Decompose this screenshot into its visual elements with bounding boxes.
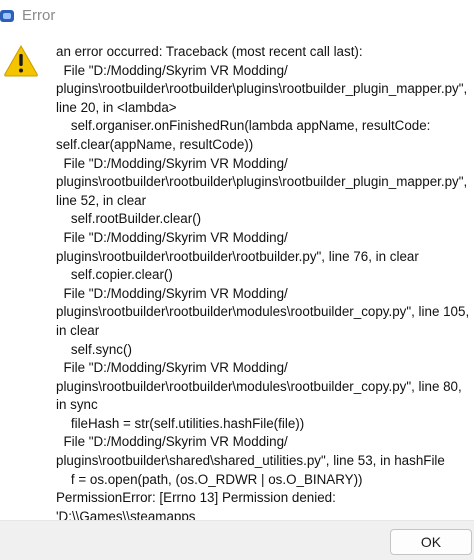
window-title: Error	[22, 7, 56, 24]
error-message: an error occurred: Traceback (most recen…	[56, 44, 470, 542]
app-icon	[0, 10, 14, 22]
title-bar[interactable]: Error	[0, 0, 474, 33]
dialog-content: an error occurred: Traceback (most recen…	[0, 33, 474, 542]
ok-button[interactable]: OK	[390, 529, 472, 555]
warning-icon	[4, 44, 38, 77]
error-dialog-window: Error an error occurred: Traceback (most…	[0, 0, 474, 560]
button-bar: OK	[0, 520, 474, 560]
